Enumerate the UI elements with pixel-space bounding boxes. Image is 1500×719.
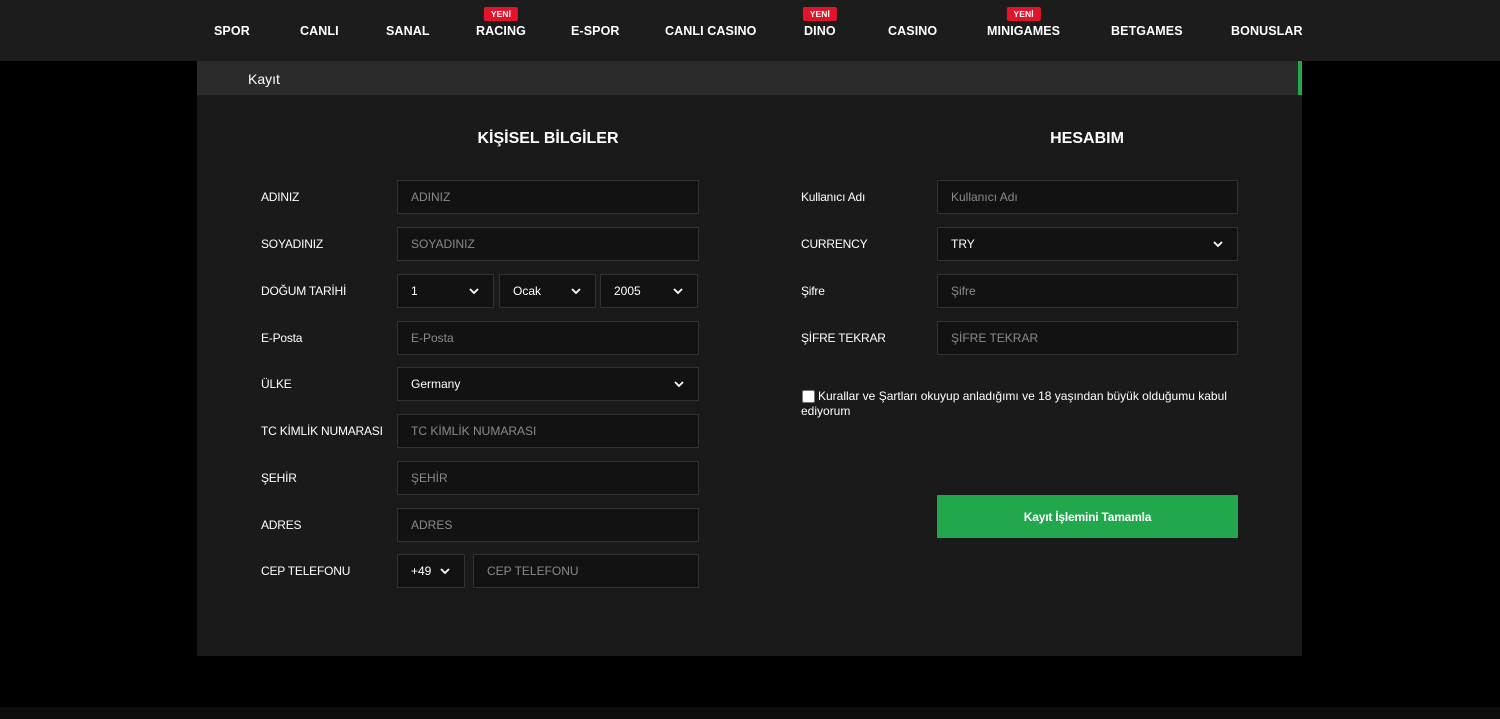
tc-id-input[interactable]: [397, 414, 699, 448]
nav-item-betgames[interactable]: BETGAMES: [1111, 24, 1183, 38]
email-label: E-Posta: [261, 331, 303, 345]
nav-item-spor[interactable]: SPOR: [214, 24, 250, 38]
registration-panel: Kayıt KİŞİSEL BİLGİLER HESABIM ADINIZ SO…: [197, 61, 1302, 656]
address-label: ADRES: [261, 518, 302, 532]
nav-item-dino[interactable]: YENİ DINO: [802, 7, 837, 38]
phone-label: CEP TELEFONU: [261, 564, 351, 578]
password-repeat-input[interactable]: [937, 321, 1238, 355]
username-label: Kullanıcı Adı: [801, 190, 866, 204]
new-badge: YENİ: [1006, 7, 1041, 21]
password-label: Şifre: [801, 284, 825, 298]
country-select[interactable]: Germany: [397, 367, 699, 401]
tc-id-label: TC KİMLİK NUMARASI: [261, 424, 383, 438]
password-input[interactable]: [937, 274, 1238, 308]
birth-month-select[interactable]: Ocak: [499, 274, 596, 308]
new-badge: YENİ: [483, 7, 519, 21]
nav-item-sanal[interactable]: SANAL: [386, 24, 430, 38]
nav-item-minigames[interactable]: YENİ MINIGAMES: [987, 7, 1060, 38]
birth-year-select[interactable]: 2005: [600, 274, 698, 308]
personal-info-title: KİŞİSEL BİLGİLER: [477, 130, 619, 147]
username-input[interactable]: [937, 180, 1238, 214]
birth-date-label: DOĞUM TARİHİ: [261, 284, 347, 298]
city-label: ŞEHİR: [261, 471, 297, 485]
nav-item-canli[interactable]: CANLI: [300, 24, 339, 38]
chevron-down-icon: [570, 285, 582, 297]
first-name-input[interactable]: [397, 180, 699, 214]
address-input[interactable]: [397, 508, 699, 542]
nav-item-canli-casino[interactable]: CANLI CASINO: [665, 24, 756, 38]
country-label: ÜLKE: [261, 377, 292, 391]
panel-title: Kayıt: [248, 71, 280, 87]
phone-code-select[interactable]: +49: [397, 554, 465, 588]
panel-header: Kayıt: [197, 61, 1302, 95]
nav-item-casino[interactable]: CASINO: [888, 24, 937, 38]
currency-select[interactable]: TRY: [937, 227, 1238, 261]
chevron-down-icon: [1212, 238, 1224, 250]
footer-strip: [0, 707, 1500, 719]
phone-input[interactable]: [473, 554, 699, 588]
complete-registration-button[interactable]: Kayıt İşlemini Tamamla: [937, 495, 1238, 538]
birth-day-select[interactable]: 1: [397, 274, 494, 308]
password-repeat-label: ŞİFRE TEKRAR: [801, 331, 886, 345]
chevron-down-icon: [468, 285, 480, 297]
nav-item-bonuslar[interactable]: BONUSLAR: [1231, 24, 1303, 38]
currency-label: CURRENCY: [801, 237, 868, 251]
email-input[interactable]: [397, 321, 699, 355]
account-title: HESABIM: [1050, 130, 1124, 147]
first-name-label: ADINIZ: [261, 190, 300, 204]
nav-item-espor[interactable]: E-SPOR: [571, 24, 620, 38]
last-name-label: SOYADINIZ: [261, 237, 323, 251]
top-navigation: SPOR CANLI SANAL YENİ RACING E-SPOR CANL…: [0, 0, 1500, 61]
city-input[interactable]: [397, 461, 699, 495]
new-badge: YENİ: [802, 7, 837, 21]
nav-item-racing[interactable]: YENİ RACING: [476, 7, 526, 38]
chevron-down-icon: [439, 565, 451, 577]
chevron-down-icon: [673, 378, 685, 390]
chevron-down-icon: [672, 285, 684, 297]
last-name-input[interactable]: [397, 227, 699, 261]
terms-text: Kurallar ve Şartları okuyup anladığımı v…: [801, 389, 1227, 418]
